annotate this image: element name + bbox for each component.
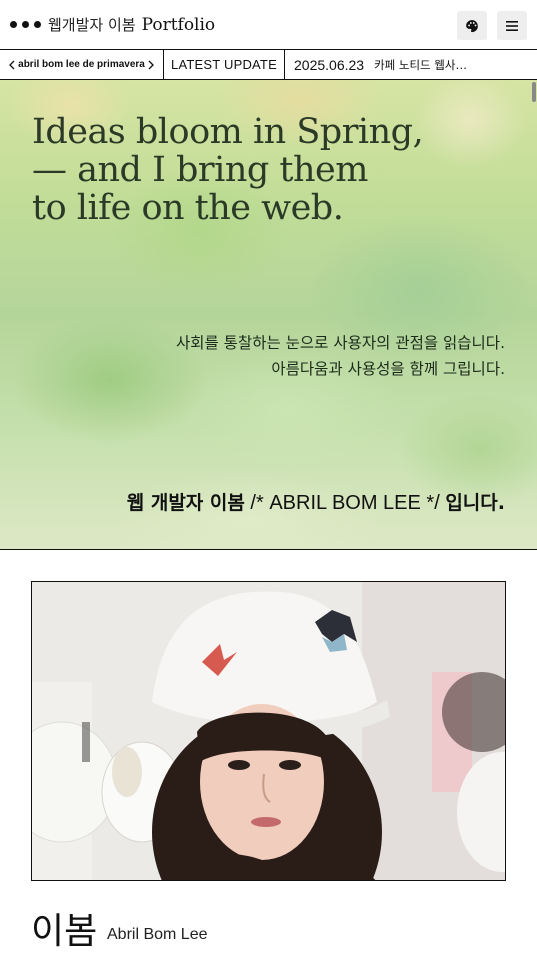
update-date: 2025.06.23 bbox=[294, 56, 365, 73]
menu-button[interactable] bbox=[497, 11, 527, 40]
news-ticker: abril bom lee de primavera LATEST UPDATE… bbox=[0, 49, 537, 80]
hero-tagline: 웹 개발자 이봄 /* ABRIL BOM LEE */ 입니다. bbox=[127, 488, 505, 515]
tagline-comment: /* ABRIL BOM LEE */ bbox=[244, 492, 446, 514]
chevron-right-icon bbox=[148, 60, 154, 69]
brand-portfolio: Portfolio bbox=[141, 15, 216, 35]
update-title: 카페 노티드 웹사… bbox=[374, 57, 467, 72]
hero-desc-line: 아름다움과 사용성을 함께 그립니다. bbox=[271, 360, 505, 378]
tagline-end: 입니다. bbox=[445, 492, 505, 514]
latest-update-item[interactable]: 2025.06.23 카페 노티드 웹사… bbox=[285, 50, 537, 79]
ticker-name: abril bom lee de primavera bbox=[18, 59, 145, 70]
window-dots-icon bbox=[10, 21, 41, 28]
scrollbar-thumb[interactable] bbox=[532, 82, 536, 102]
theme-button[interactable] bbox=[457, 11, 487, 40]
hero-title-line: Ideas bloom in Spring, bbox=[32, 112, 424, 152]
ticker-name-tag[interactable]: abril bom lee de primavera bbox=[0, 50, 164, 79]
hero-desc-line: 사회를 통찰하는 눈으로 사용자의 관점을 읽습니다. bbox=[175, 334, 505, 352]
chevron-left-icon bbox=[9, 60, 15, 69]
hero-title-line: — and I bring them bbox=[32, 150, 368, 190]
palette-icon bbox=[466, 19, 478, 32]
profile-name-english: Abril Bom Lee bbox=[107, 926, 208, 943]
profile-photo bbox=[31, 581, 506, 881]
site-header: 웹개발자 이봄 Portfolio bbox=[0, 0, 537, 50]
tagline-role: 웹 개발자 이봄 bbox=[126, 492, 245, 514]
hamburger-menu-icon bbox=[506, 20, 518, 31]
hero-title: Ideas bloom in Spring, — and I bring the… bbox=[32, 112, 424, 228]
brand-korean: 웹개발자 이봄 bbox=[48, 16, 136, 34]
hero-description: 사회를 통찰하는 눈으로 사용자의 관점을 읽습니다. 아름다움과 사용성을 함… bbox=[176, 330, 505, 382]
site-brand[interactable]: 웹개발자 이봄 Portfolio bbox=[48, 14, 215, 35]
hero-title-line: to life on the web. bbox=[32, 188, 344, 228]
profile-photo-art bbox=[32, 582, 505, 880]
hero-section: Ideas bloom in Spring, — and I bring the… bbox=[0, 80, 537, 550]
profile-name-korean: 이봄 bbox=[31, 911, 98, 952]
latest-update-label: LATEST UPDATE bbox=[164, 50, 285, 79]
